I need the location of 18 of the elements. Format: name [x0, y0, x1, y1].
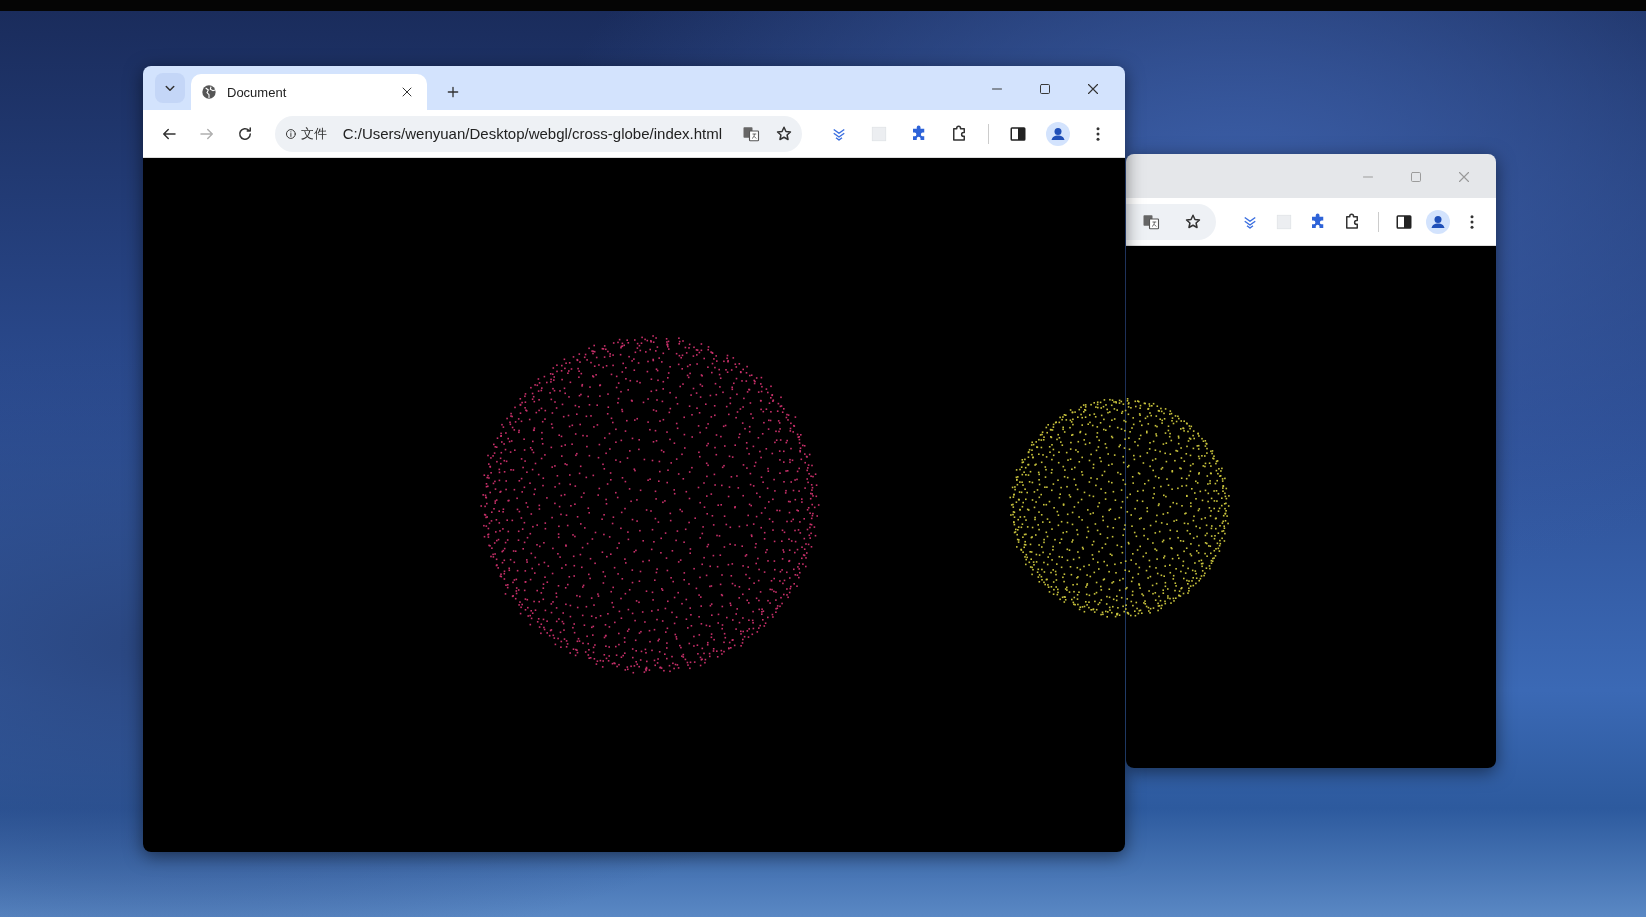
address-bar[interactable]: 文件 C:/Users/wenyuan/Desktop/webgl/cross-globe/index.html	[275, 115, 802, 152]
url-text: C:/Users/wenyuan/Desktop/webgl/cross-globe/index.html	[342, 125, 723, 142]
tab-title: Document	[227, 84, 288, 100]
avatar-icon[interactable]	[1046, 121, 1070, 146]
puzzle-outline-icon[interactable]	[950, 124, 968, 143]
star-icon[interactable]	[1184, 212, 1202, 231]
browser-tab[interactable]: Document	[191, 74, 427, 110]
translate-icon[interactable]	[741, 124, 760, 143]
plus-icon[interactable]	[445, 84, 461, 100]
avatar-icon[interactable]	[1426, 209, 1451, 234]
reload-icon[interactable]	[236, 124, 254, 143]
translate-icon[interactable]	[1142, 212, 1160, 231]
address-bar[interactable]	[1126, 203, 1216, 240]
scheme-label: 文件	[300, 124, 328, 143]
star-icon[interactable]	[774, 124, 793, 143]
side-panel-icon[interactable]	[1009, 124, 1027, 143]
globe-icon	[201, 84, 217, 100]
side-panel-icon[interactable]	[1395, 212, 1414, 231]
